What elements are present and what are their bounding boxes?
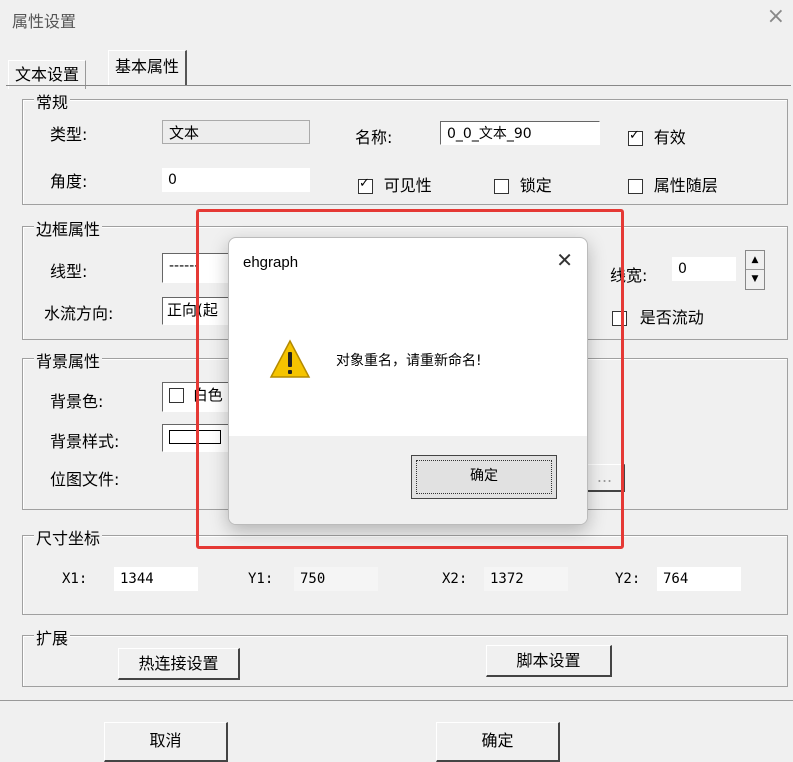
visible-label: 可见性	[383, 176, 432, 195]
name-input[interactable]: 0_0_文本_90	[440, 121, 600, 145]
lock-checkbox-box[interactable]	[494, 179, 509, 194]
window-title: 属性设置	[12, 12, 77, 31]
follow-layer-checkbox-box[interactable]	[628, 179, 643, 194]
follow-layer-checkbox[interactable]: 属性随层	[628, 172, 718, 196]
is-flow-checkbox[interactable]: 是否流动	[612, 304, 704, 328]
background-group-label: 背景属性	[34, 348, 103, 372]
close-icon[interactable]: ×	[767, 4, 785, 29]
size-group-label: 尺寸坐标	[34, 525, 103, 549]
extend-group-label: 扩展	[34, 625, 71, 649]
tab-basic-properties[interactable]: 基本属性	[108, 50, 188, 86]
bg-style-label: 背景样式:	[50, 432, 120, 451]
x2-input[interactable]: 1372	[484, 567, 568, 591]
angle-input[interactable]: 0	[162, 168, 310, 192]
x1-label: X1:	[62, 571, 88, 587]
line-type-label: 线型:	[50, 262, 88, 281]
valid-checkbox[interactable]: 有效	[628, 124, 686, 148]
spin-up-icon[interactable]: ▲	[746, 251, 764, 270]
lock-label: 锁定	[519, 176, 552, 195]
general-group-label: 常规	[34, 89, 71, 113]
valid-label: 有效	[653, 128, 686, 147]
ok-button[interactable]: 确定	[436, 722, 560, 762]
bitmap-label: 位图文件:	[50, 470, 120, 489]
type-field: 文本	[162, 120, 310, 144]
highlight-box	[196, 209, 624, 549]
line-width-input[interactable]: 0	[672, 257, 736, 281]
line-width-spinner[interactable]: ▲ ▼	[745, 250, 765, 290]
follow-layer-label: 属性随层	[653, 176, 718, 195]
visible-checkbox-box[interactable]	[358, 176, 373, 194]
name-label: 名称:	[355, 128, 393, 147]
script-settings-button[interactable]: 脚本设置	[486, 645, 612, 677]
hotlink-settings-button[interactable]: 热连接设置	[118, 648, 240, 680]
cancel-button[interactable]: 取消	[104, 722, 228, 762]
x1-input[interactable]: 1344	[114, 567, 198, 591]
footer-divider	[0, 700, 793, 701]
y1-input[interactable]: 750	[294, 567, 378, 591]
border-group-label: 边框属性	[34, 216, 103, 240]
visible-checkbox[interactable]: 可见性	[358, 172, 432, 196]
spin-down-icon[interactable]: ▼	[746, 270, 764, 288]
x2-label: X2:	[442, 571, 468, 587]
y2-label: Y2:	[615, 571, 641, 587]
type-label: 类型:	[50, 125, 88, 144]
y2-input[interactable]: 764	[657, 567, 741, 591]
angle-label: 角度:	[50, 172, 88, 191]
is-flow-label: 是否流动	[639, 308, 704, 327]
color-swatch	[169, 388, 184, 403]
bg-color-label: 背景色:	[50, 392, 104, 411]
valid-checkbox-box[interactable]	[628, 128, 643, 146]
flow-direction-label: 水流方向:	[44, 304, 114, 323]
tab-divider	[6, 85, 791, 86]
lock-checkbox[interactable]: 锁定	[494, 172, 552, 196]
y1-label: Y1:	[248, 571, 274, 587]
